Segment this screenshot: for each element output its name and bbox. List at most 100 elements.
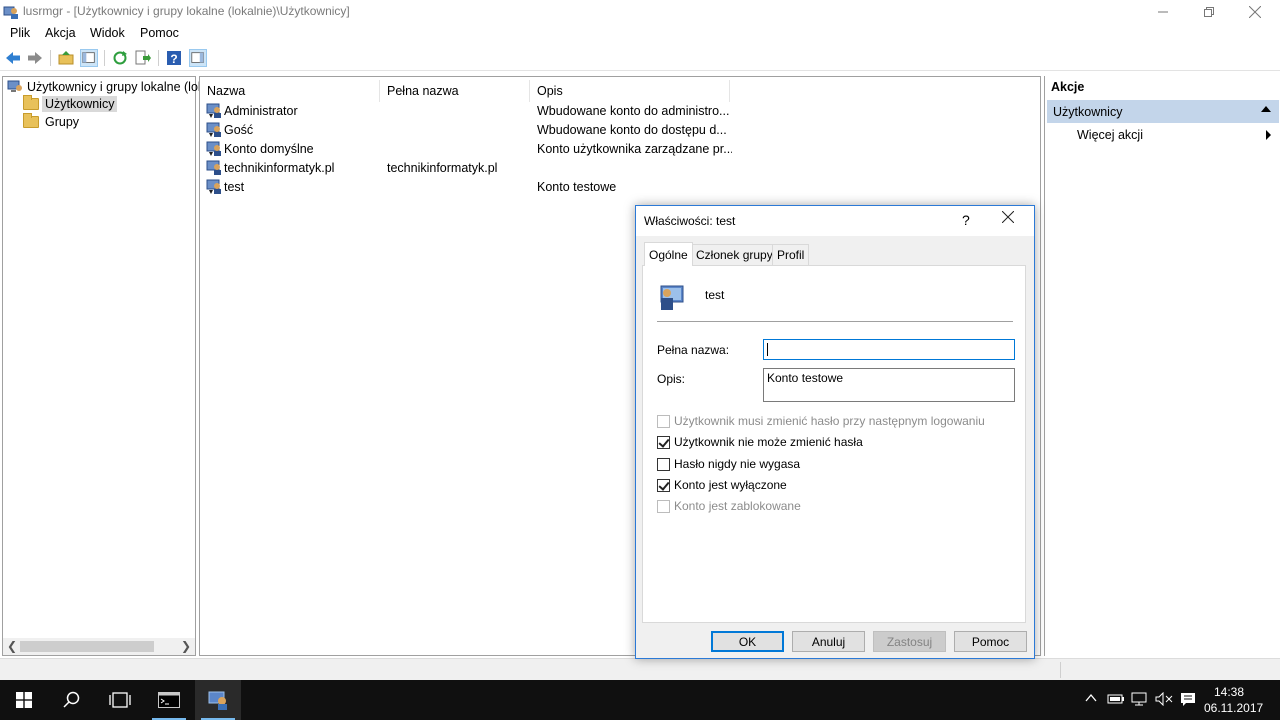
properties-dialog: Właściwości: test ? Ogólne Członek grupy… — [635, 205, 1035, 659]
app-icon[interactable] — [3, 4, 19, 20]
table-row[interactable]: test Konto testowe — [204, 178, 734, 197]
tree-root-label: Użytkownicy i grupy lokalne (lok — [27, 80, 205, 94]
dialog-close-button[interactable] — [1001, 210, 1015, 228]
forward-icon[interactable] — [26, 49, 44, 67]
tab-ogolne[interactable]: Ogólne — [644, 242, 693, 266]
volume-muted-icon[interactable] — [1155, 691, 1173, 709]
tree-root[interactable]: Użytkownicy i grupy lokalne (lok — [7, 78, 204, 96]
tree-item-label: Grupy — [45, 115, 80, 129]
checkbox-account-locked[interactable]: Konto jest zablokowane — [657, 498, 801, 514]
close-button[interactable] — [1232, 0, 1278, 24]
network-icon[interactable] — [1131, 692, 1149, 709]
status-bar — [0, 658, 1280, 680]
checkbox-box[interactable] — [657, 435, 670, 449]
close-icon — [1001, 210, 1015, 224]
checkbox-password-never-expires[interactable]: Hasło nigdy nie wygasa — [657, 456, 800, 472]
tree-pane[interactable]: Użytkownicy i grupy lokalne (lok Użytkow… — [2, 76, 204, 656]
full-name-input[interactable] — [763, 339, 1015, 360]
cmd-icon — [158, 692, 180, 708]
menu-plik[interactable]: Plik — [10, 26, 30, 40]
help-icon[interactable]: ? — [165, 49, 183, 67]
notifications-icon[interactable] — [1180, 692, 1196, 711]
checkbox-account-disabled[interactable]: Konto jest wyłączone — [657, 477, 787, 493]
scroll-right-icon[interactable]: ❯ — [181, 639, 191, 653]
help-button[interactable]: Pomoc — [954, 631, 1027, 652]
apply-button[interactable]: Zastosuj — [873, 631, 946, 652]
scrollbar-thumb[interactable] — [20, 641, 154, 652]
computer-users-icon — [7, 80, 22, 92]
export-list-icon[interactable] — [134, 49, 152, 67]
window-title: lusrmgr - [Użytkownicy i grupy lokalne (… — [23, 4, 350, 18]
user-icon — [206, 160, 221, 175]
menu-pomoc[interactable]: Pomoc — [140, 26, 179, 40]
system-clock[interactable]: 14:38 06.11.2017 — [1204, 684, 1264, 716]
menu-akcja[interactable]: Akcja — [45, 26, 76, 40]
windows-start-icon — [16, 692, 32, 708]
minimize-button[interactable] — [1140, 0, 1186, 24]
tree-item-grupy[interactable]: Grupy — [23, 113, 82, 131]
column-header-opis[interactable]: Opis — [530, 80, 730, 102]
status-separator — [1060, 662, 1061, 678]
checkbox-cannot-change-password[interactable]: Użytkownik nie może zmienić hasła — [657, 434, 863, 450]
tab-czlonek-grupy[interactable]: Członek grupy — [691, 244, 778, 265]
cell-description: Wbudowane konto do administro... — [537, 104, 730, 118]
start-button[interactable] — [0, 680, 48, 720]
show-hide-tree-icon[interactable] — [80, 49, 98, 67]
cancel-button[interactable]: Anuluj — [792, 631, 865, 652]
actions-section-uzytkownicy[interactable]: Użytkownicy — [1047, 100, 1279, 123]
dialog-help-button[interactable]: ? — [962, 212, 970, 228]
search-icon — [63, 691, 80, 708]
table-row[interactable]: technikinformatyk.pl technikinformatyk.p… — [204, 159, 734, 178]
table-row[interactable]: Gość Wbudowane konto do dostępu d... — [204, 121, 734, 140]
column-header-pelna-nazwa[interactable]: Pełna nazwa — [380, 80, 530, 102]
toolbar-separator — [50, 50, 51, 66]
tree-horizontal-scrollbar[interactable]: ❮ ❯ — [3, 638, 195, 655]
checkbox-must-change-password[interactable]: Użytkownik musi zmienić hasło przy nastę… — [657, 413, 985, 429]
title-bar: lusrmgr - [Użytkownicy i grupy lokalne (… — [0, 0, 1280, 24]
checkbox-box[interactable] — [657, 414, 670, 428]
battery-icon[interactable] — [1107, 692, 1125, 709]
submenu-arrow-icon[interactable] — [1266, 130, 1271, 140]
description-input[interactable]: Konto testowe — [763, 368, 1015, 402]
clock-date: 06.11.2017 — [1204, 701, 1264, 715]
collapse-up-icon[interactable] — [1261, 106, 1271, 112]
checkbox-box[interactable] — [657, 499, 670, 513]
user-icon — [206, 103, 221, 118]
dialog-title: Właściwości: test — [644, 214, 736, 228]
description-label: Opis: — [657, 372, 686, 386]
folder-icon — [23, 113, 39, 128]
up-folder-icon[interactable] — [57, 49, 75, 67]
menu-widok[interactable]: Widok — [90, 26, 125, 40]
table-row[interactable]: Konto domyślne Konto użytkownika zarządz… — [204, 140, 734, 159]
show-hide-action-pane-icon[interactable] — [189, 49, 207, 67]
chevron-up-icon[interactable] — [1085, 692, 1097, 707]
cell-description: Konto użytkownika zarządzane pr... — [537, 142, 732, 156]
task-view-button[interactable] — [96, 680, 144, 720]
separator — [657, 321, 1013, 322]
minimize-icon — [1158, 11, 1168, 13]
cell-name: Administrator — [224, 104, 298, 118]
task-view-icon — [109, 692, 131, 708]
dialog-title-bar: Właściwości: test ? — [636, 206, 1034, 236]
ok-button[interactable]: OK — [711, 631, 784, 652]
taskbar-lusrmgr[interactable] — [195, 680, 241, 720]
tab-profil[interactable]: Profil — [772, 244, 810, 265]
refresh-icon[interactable] — [111, 49, 129, 67]
table-row[interactable]: Administrator Wbudowane konto do adminis… — [204, 102, 734, 121]
checkbox-box[interactable] — [657, 478, 670, 492]
maximize-button[interactable] — [1186, 0, 1232, 24]
scroll-left-icon[interactable]: ❮ — [7, 639, 17, 653]
more-actions-link[interactable]: Więcej akcji — [1077, 128, 1143, 142]
taskbar-cmd[interactable] — [146, 680, 192, 720]
tree-item-uzytkownicy[interactable]: Użytkownicy — [23, 95, 118, 113]
cell-name: Gość — [224, 123, 254, 137]
folder-icon — [23, 95, 39, 110]
user-account-icon — [660, 285, 684, 310]
account-username: test — [705, 288, 725, 302]
cell-name: Konto domyślne — [224, 142, 314, 156]
back-icon[interactable] — [4, 49, 22, 67]
column-header-nazwa[interactable]: Nazwa — [200, 80, 380, 102]
checkbox-box[interactable] — [657, 457, 670, 471]
svg-text:?: ? — [170, 52, 177, 66]
search-button[interactable] — [48, 680, 96, 720]
